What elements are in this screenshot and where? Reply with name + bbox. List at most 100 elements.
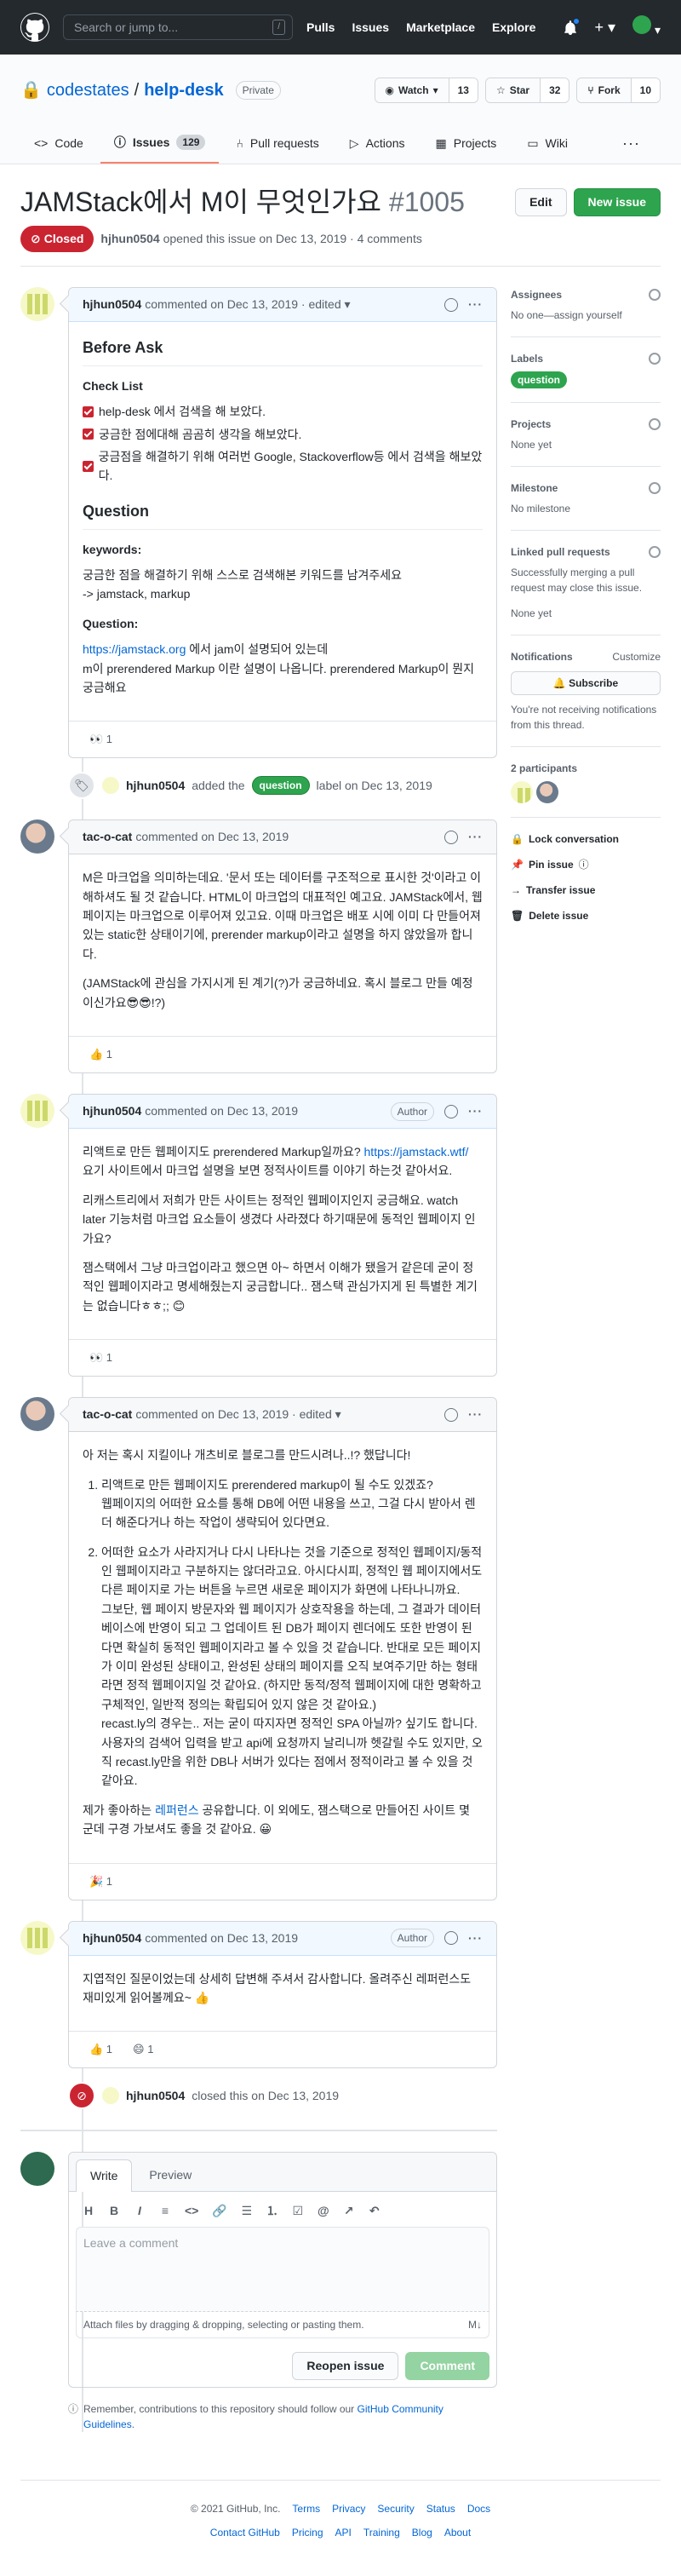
- avatar[interactable]: [511, 781, 533, 803]
- assignees-value[interactable]: No one—assign yourself: [511, 309, 622, 321]
- italic-icon[interactable]: I: [134, 2202, 146, 2220]
- repo-owner-link[interactable]: codestates: [47, 78, 129, 103]
- tab-pull-requests[interactable]: ⑃ Pull requests: [222, 123, 332, 164]
- comment-author[interactable]: hjhun0504: [83, 1102, 141, 1120]
- nav-issues[interactable]: Issues: [352, 19, 389, 37]
- event-author[interactable]: hjhun0504: [126, 2087, 185, 2105]
- comment-author[interactable]: tac-o-cat: [83, 828, 132, 846]
- avatar[interactable]: [102, 777, 119, 795]
- nav-pulls[interactable]: Pulls: [306, 19, 335, 37]
- watch-count[interactable]: 13: [448, 78, 478, 102]
- gear-icon[interactable]: [649, 418, 661, 430]
- kebab-icon[interactable]: ···: [468, 828, 483, 846]
- customize-link[interactable]: Customize: [612, 649, 661, 664]
- link[interactable]: https://jamstack.org: [83, 642, 186, 656]
- lock-conversation-action[interactable]: 🔒 Lock conversation: [511, 831, 661, 847]
- nav-marketplace[interactable]: Marketplace: [406, 19, 475, 37]
- reopen-issue-button[interactable]: Reopen issue: [292, 2352, 399, 2381]
- comment-textarea[interactable]: Leave a comment: [76, 2227, 489, 2313]
- reaction-button[interactable]: 😄 1: [126, 2038, 160, 2061]
- footer-link-privacy[interactable]: Privacy: [332, 2501, 365, 2516]
- reply-icon[interactable]: ↶: [369, 2202, 381, 2220]
- reaction-button[interactable]: 👀 1: [83, 728, 119, 750]
- kebab-icon[interactable]: ···: [468, 1929, 483, 1947]
- github-logo-icon[interactable]: [20, 13, 49, 42]
- avatar[interactable]: [536, 781, 558, 803]
- avatar[interactable]: [20, 1094, 54, 1129]
- footer-link-security[interactable]: Security: [377, 2501, 414, 2516]
- user-avatar-menu[interactable]: ▾: [632, 15, 661, 39]
- pin-issue-action[interactable]: 📌 Pin issue ⓘ: [511, 857, 661, 872]
- delete-issue-action[interactable]: 🗑 Delete issue: [511, 908, 661, 923]
- footer-link-training[interactable]: Training: [363, 2525, 400, 2540]
- smiley-icon[interactable]: [444, 1407, 458, 1422]
- footer-link-about[interactable]: About: [444, 2525, 471, 2540]
- smiley-icon[interactable]: [444, 830, 458, 844]
- tab-actions[interactable]: ▷ Actions: [336, 123, 419, 164]
- task-list-icon[interactable]: ☑: [292, 2202, 304, 2220]
- checkbox-icon[interactable]: [83, 405, 94, 417]
- footer-link-status[interactable]: Status: [426, 2501, 455, 2516]
- link[interactable]: https://jamstack.wtf/: [364, 1145, 469, 1159]
- tab-issues[interactable]: ⓘ Issues 129: [100, 123, 220, 164]
- quote-icon[interactable]: ≡: [159, 2202, 171, 2220]
- nav-explore[interactable]: Explore: [492, 19, 535, 37]
- footer-link-pricing[interactable]: Pricing: [292, 2525, 323, 2540]
- gear-icon[interactable]: [649, 482, 661, 494]
- sidebar-heading[interactable]: Linked pull requests: [511, 544, 610, 560]
- fork-count[interactable]: 10: [630, 78, 660, 102]
- comment-button[interactable]: Comment: [405, 2352, 489, 2381]
- comment-author[interactable]: tac-o-cat: [83, 1406, 132, 1423]
- bullet-list-icon[interactable]: ☰: [241, 2202, 253, 2220]
- bold-icon[interactable]: B: [108, 2202, 120, 2220]
- code-icon[interactable]: <>: [185, 2202, 198, 2220]
- kebab-icon[interactable]: ···: [468, 1406, 483, 1423]
- attach-text[interactable]: Attach files by dragging & dropping, sel…: [83, 2317, 364, 2332]
- avatar[interactable]: [20, 819, 54, 854]
- link-icon[interactable]: 🔗: [212, 2202, 226, 2220]
- smiley-icon[interactable]: [444, 1931, 458, 1946]
- edit-button[interactable]: Edit: [515, 188, 567, 216]
- issue-author[interactable]: hjhun0504: [100, 232, 159, 245]
- link[interactable]: 레퍼런스: [155, 1803, 199, 1817]
- avatar[interactable]: [20, 287, 54, 321]
- fork-button[interactable]: ⑂ Fork 10: [576, 78, 661, 103]
- cross-reference-icon[interactable]: ↗: [343, 2202, 355, 2220]
- tab-code[interactable]: <> Code: [20, 123, 97, 164]
- tab-preview[interactable]: Preview: [135, 2159, 205, 2191]
- footer-link-terms[interactable]: Terms: [292, 2501, 320, 2516]
- footer-link-api[interactable]: API: [335, 2525, 352, 2540]
- checkbox-icon[interactable]: [83, 460, 94, 472]
- tab-write[interactable]: Write: [76, 2159, 133, 2193]
- footer-link-docs[interactable]: Docs: [467, 2501, 490, 2516]
- subscribe-button[interactable]: 🔔 Subscribe: [511, 671, 661, 695]
- plus-icon[interactable]: + ▾: [595, 16, 616, 39]
- kebab-icon[interactable]: ···: [468, 1102, 483, 1120]
- search-input[interactable]: Search or jump to... /: [63, 14, 293, 40]
- numbered-list-icon[interactable]: ⒈: [266, 2202, 278, 2220]
- star-button[interactable]: ☆ Star 32: [484, 78, 570, 103]
- watch-button[interactable]: ◉ Watch ▾ 13: [374, 78, 478, 103]
- tab-wiki[interactable]: ▭ Wiki: [513, 123, 581, 164]
- tab-projects[interactable]: ▦ Projects: [422, 123, 511, 164]
- avatar[interactable]: [102, 2087, 119, 2105]
- transfer-issue-action[interactable]: → Transfer issue: [511, 883, 661, 898]
- smiley-icon[interactable]: [444, 297, 458, 312]
- comment-author[interactable]: hjhun0504: [83, 1929, 141, 1947]
- gear-icon[interactable]: [649, 546, 661, 558]
- reaction-button[interactable]: 🎉 1: [83, 1871, 119, 1893]
- avatar[interactable]: [20, 1920, 54, 1955]
- bell-icon[interactable]: [563, 18, 580, 35]
- sidebar-heading[interactable]: Projects: [511, 417, 551, 432]
- footer-link-blog[interactable]: Blog: [412, 2525, 432, 2540]
- sidebar-heading[interactable]: Assignees: [511, 287, 562, 302]
- reaction-button[interactable]: 👍 1: [83, 1044, 119, 1066]
- checkbox-icon[interactable]: [83, 428, 94, 440]
- sidebar-heading[interactable]: Milestone: [511, 480, 558, 496]
- gear-icon[interactable]: [649, 289, 661, 301]
- smiley-icon[interactable]: [444, 1104, 458, 1118]
- avatar[interactable]: [20, 1397, 54, 1432]
- more-icon[interactable]: ···: [622, 123, 661, 164]
- label-badge[interactable]: question: [251, 776, 310, 796]
- mention-icon[interactable]: @: [318, 2202, 329, 2220]
